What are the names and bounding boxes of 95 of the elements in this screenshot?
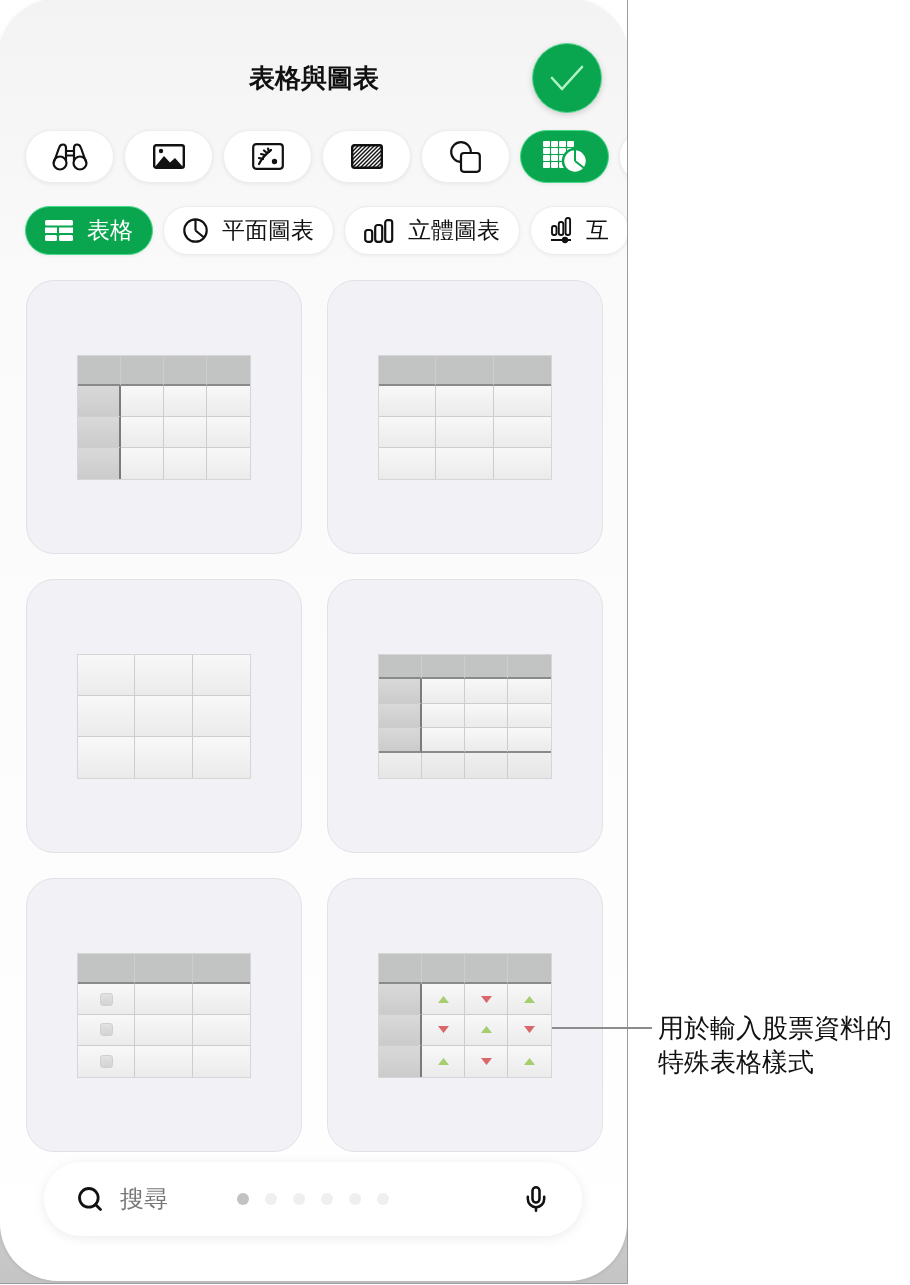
table-style-card[interactable] <box>327 878 603 1152</box>
body-cell <box>192 654 250 696</box>
body-cell <box>436 386 494 417</box>
body-cell <box>164 386 207 417</box>
pie-chart-icon <box>183 218 208 243</box>
body-cell <box>465 728 508 753</box>
table-style-card[interactable] <box>327 579 603 853</box>
checkbox-icon <box>99 1023 113 1037</box>
category-tab[interactable]: 互 <box>530 206 627 255</box>
checkbox-icon <box>99 992 113 1006</box>
body-cell <box>78 654 136 696</box>
footer-cell <box>379 752 422 778</box>
header-cell <box>422 654 465 680</box>
body-cell <box>379 447 437 479</box>
body-cell <box>135 1045 193 1077</box>
table-grid-icon <box>45 220 73 241</box>
header-cell <box>379 355 437 387</box>
body-cell <box>207 386 250 417</box>
body-cell <box>422 679 465 704</box>
header-cell <box>379 953 422 985</box>
hatched-rectangle-icon <box>350 144 383 169</box>
body-cell <box>422 728 465 753</box>
body-cell <box>121 417 164 448</box>
body-cell <box>379 386 437 417</box>
body-cell <box>135 654 193 696</box>
body-cell <box>121 447 164 479</box>
sheet-title: 表格與圖表 <box>248 61 379 95</box>
header-cell <box>493 355 551 387</box>
body-cell <box>121 386 164 417</box>
body-cell <box>164 447 207 479</box>
body-cell <box>379 417 437 448</box>
header-cell <box>465 654 508 680</box>
table-style-card[interactable] <box>26 280 302 554</box>
footer-cell <box>422 752 465 778</box>
body-cell <box>135 695 193 737</box>
overlapping-shapes-icon <box>450 140 481 173</box>
body-cell <box>135 1015 193 1046</box>
header-cell <box>508 654 551 680</box>
header-cell <box>508 953 551 985</box>
header-cell <box>78 355 121 387</box>
body-cell <box>78 736 136 778</box>
header-cell <box>436 355 494 387</box>
table-style-card[interactable] <box>327 280 603 554</box>
row-header-cell <box>78 386 121 417</box>
bar-chart-icon <box>364 218 394 243</box>
header-cell <box>135 953 193 985</box>
header-cell <box>422 953 465 985</box>
search-input[interactable]: 搜尋 <box>120 1185 230 1213</box>
body-cell <box>422 703 465 729</box>
body-cell <box>508 728 551 753</box>
row-header-cell <box>78 417 121 448</box>
row-header-cell <box>379 728 422 753</box>
check-icon <box>550 65 584 91</box>
body-cell <box>135 984 193 1015</box>
body-cell <box>78 695 136 737</box>
header-cell <box>465 953 508 985</box>
row-header-cell <box>379 1015 422 1046</box>
done-button[interactable] <box>532 43 602 113</box>
row-header-cell <box>78 447 121 479</box>
leaf-picture-icon <box>251 143 284 170</box>
search-icon <box>76 1185 104 1213</box>
body-cell <box>493 386 551 417</box>
callout-text: 用於輸入股票資料的特殊表格樣式 <box>658 1012 893 1079</box>
slider-chart-icon <box>550 217 572 244</box>
category-tab[interactable]: 平面圖表 <box>163 206 334 255</box>
binoculars-icon <box>51 142 88 171</box>
body-cell <box>465 703 508 729</box>
row-header-cell <box>379 1045 422 1077</box>
header-cell <box>121 355 164 387</box>
body-cell <box>192 695 250 737</box>
header-cell <box>78 953 136 985</box>
body-cell <box>192 1015 250 1046</box>
body-cell <box>436 417 494 448</box>
row-header-cell <box>379 679 422 704</box>
body-cell <box>436 447 494 479</box>
body-cell <box>508 703 551 729</box>
body-cell <box>465 679 508 704</box>
row-header-cell <box>379 984 422 1015</box>
body-cell <box>164 417 207 448</box>
table-style-card[interactable] <box>26 878 302 1152</box>
header-cell <box>192 953 250 985</box>
header-cell <box>164 355 207 387</box>
body-cell <box>207 417 250 448</box>
body-cell <box>192 984 250 1015</box>
table-pie-chart-icon <box>541 139 588 174</box>
category-tab[interactable]: 立體圖表 <box>344 206 520 255</box>
footer-cell <box>465 752 508 778</box>
body-cell <box>135 736 193 778</box>
row-header-cell <box>379 703 422 729</box>
body-cell <box>493 417 551 448</box>
body-cell <box>508 679 551 704</box>
checkbox-icon <box>99 1054 113 1068</box>
header-cell <box>379 654 422 680</box>
header-cell <box>207 355 250 387</box>
image-icon <box>152 144 185 169</box>
